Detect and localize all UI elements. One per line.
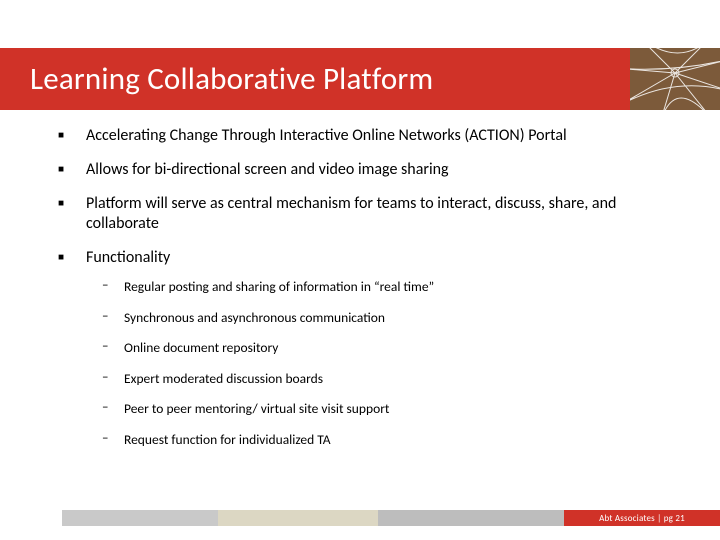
footer-block — [62, 510, 218, 526]
slide: Learning Collaborative Platform — [0, 0, 720, 540]
footer-text: Abt Associates | pg 21 — [599, 513, 685, 524]
list-item: Platform will serve as central mechanism… — [58, 194, 680, 234]
corner-decoration — [630, 48, 720, 110]
list-item: Synchronous and asynchronous communicati… — [102, 309, 680, 327]
slide-title: Learning Collaborative Platform — [30, 60, 433, 98]
list-item: Accelerating Change Through Interactive … — [58, 126, 680, 146]
sub-bullet-list: Regular posting and sharing of informati… — [102, 278, 680, 448]
list-item: Functionality Regular posting and sharin… — [58, 248, 680, 448]
slide-footer: Abt Associates | pg 21 — [62, 510, 720, 526]
list-item: Allows for bi-directional screen and vid… — [58, 160, 680, 180]
list-item: Peer to peer mentoring/ virtual site vis… — [102, 400, 680, 418]
list-item: Expert moderated discussion boards — [102, 370, 680, 388]
bullet-list: Accelerating Change Through Interactive … — [58, 126, 680, 448]
list-item: Regular posting and sharing of informati… — [102, 278, 680, 296]
footer-block — [218, 510, 378, 526]
slide-header: Learning Collaborative Platform — [0, 0, 720, 112]
list-item: Request function for individualized TA — [102, 431, 680, 449]
starburst-icon — [630, 48, 720, 110]
list-item: Online document repository — [102, 339, 680, 357]
title-bar: Learning Collaborative Platform — [0, 48, 630, 110]
footer-block — [378, 510, 564, 526]
list-item-label: Functionality — [86, 248, 170, 267]
slide-content: Accelerating Change Through Interactive … — [0, 112, 720, 540]
footer-block-label: Abt Associates | pg 21 — [564, 510, 720, 526]
